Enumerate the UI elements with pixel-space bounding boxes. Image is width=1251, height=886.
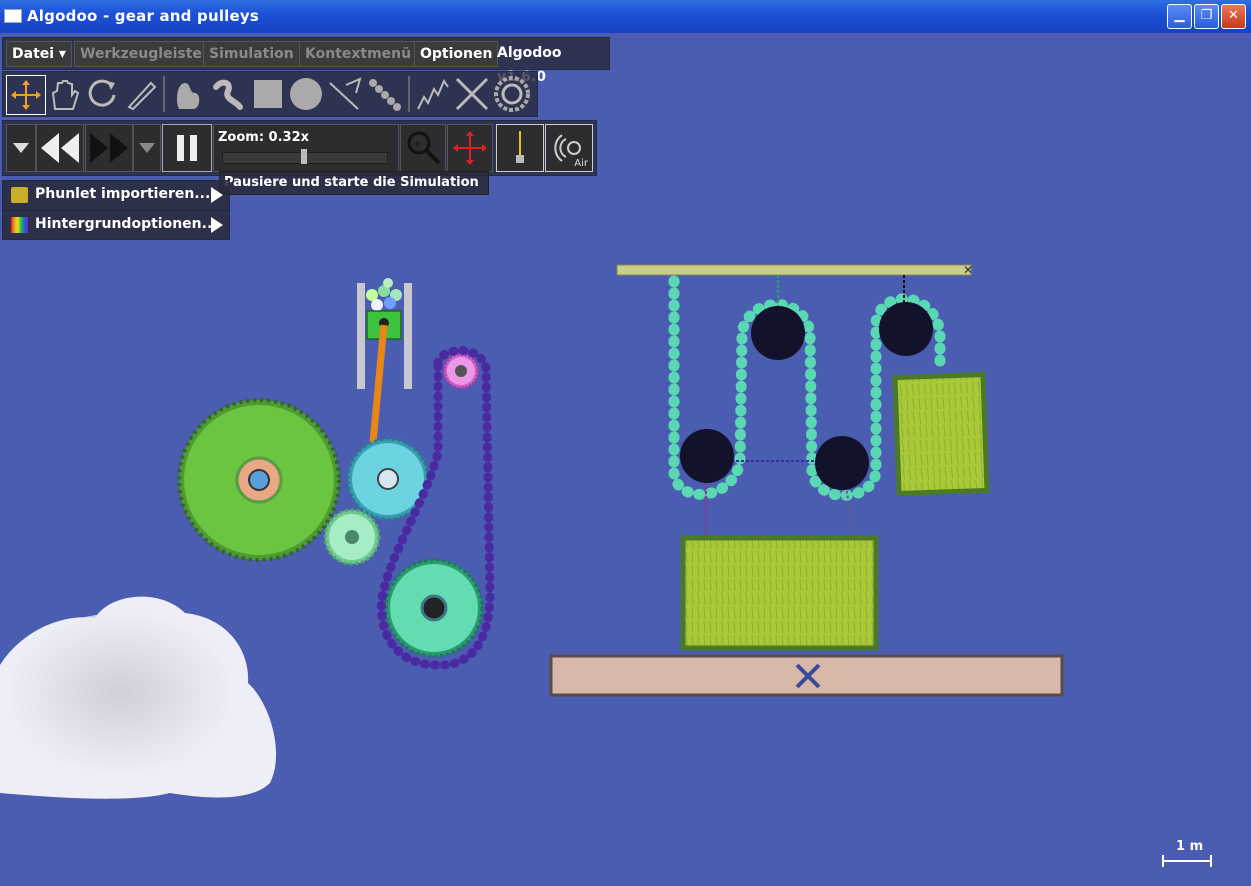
phunlet-import-button[interactable]: Phunlet importieren... [2, 180, 230, 210]
small-weight-box[interactable] [892, 371, 990, 497]
brush-stroke-icon[interactable] [208, 75, 246, 113]
rotate-icon[interactable] [83, 75, 121, 113]
zoom-magnifier-icon[interactable]: + [400, 124, 446, 172]
sim-dropdown-button[interactable] [6, 124, 36, 172]
orange-rod[interactable] [368, 324, 388, 454]
svg-text:✕: ✕ [963, 263, 973, 277]
cloud-shape[interactable] [0, 596, 277, 799]
werkzeugleiste-menu[interactable]: Werkzeugleiste [74, 41, 208, 67]
zoom-slider-thumb[interactable] [301, 149, 307, 164]
rewind-button[interactable] [36, 124, 84, 172]
pulley-top-left[interactable] [751, 306, 805, 360]
simulation-bar: Zoom: 0.32x + Air [2, 120, 597, 176]
scale-ruler-icon [1162, 855, 1212, 867]
spring-icon[interactable] [414, 75, 452, 113]
center-view-icon[interactable] [447, 124, 493, 172]
teal-gear[interactable] [384, 558, 484, 658]
zoom-control[interactable]: Zoom: 0.32x [213, 124, 399, 172]
background-label: Hintergrundoptionen... [35, 216, 218, 232]
maximize-button[interactable]: ❐ [1194, 4, 1219, 29]
pause-tooltip: Pausiere und starte die Simulation [219, 171, 489, 195]
top-rail[interactable] [616, 264, 972, 276]
simulation-menu[interactable]: Simulation [203, 41, 300, 67]
arrow-right-icon [211, 217, 223, 233]
speed-dropdown-button[interactable] [133, 124, 161, 172]
gravity-toggle-icon[interactable] [496, 124, 544, 172]
ground-plank[interactable] [549, 654, 1064, 697]
air-label: Air [574, 158, 588, 169]
large-gear[interactable] [177, 398, 341, 562]
simulation-canvas[interactable]: ✕ Datei ▾ Werkzeugleiste Simulation Kont… [0, 33, 1251, 886]
chain-icon[interactable] [364, 75, 402, 113]
optionen-menu[interactable]: Optionen [414, 41, 499, 67]
window-title: Algodoo - gear and pulleys [27, 7, 260, 25]
minimize-button[interactable]: ▁ [1167, 4, 1192, 29]
svg-text:+: + [413, 139, 421, 150]
phunlet-label: Phunlet importieren... [35, 186, 211, 202]
version-label: Algodoo v1.6.0 [497, 45, 562, 85]
window-titlebar: Algodoo - gear and pulleys ▁ ❐ ✕ [0, 0, 1251, 33]
arrow-right-icon [211, 187, 223, 203]
scale-indicator: 1 m [1160, 837, 1216, 873]
sketch-pencil-icon[interactable] [121, 75, 159, 113]
cut-blob-icon[interactable] [169, 75, 207, 113]
background-options-button[interactable]: Hintergrundoptionen... [2, 210, 230, 240]
pink-sprocket[interactable] [442, 352, 480, 390]
pause-button[interactable] [162, 124, 212, 172]
tool-bar [2, 71, 538, 117]
kontextmenu-menu[interactable]: Kontextmenü [299, 41, 418, 67]
close-button[interactable]: ✕ [1221, 4, 1246, 29]
plane-icon[interactable] [326, 75, 364, 113]
large-weight-box[interactable] [680, 535, 879, 651]
folder-icon [11, 187, 28, 203]
drag-hand-icon[interactable] [45, 75, 83, 113]
pulley-top-right[interactable] [879, 302, 933, 356]
zoom-label: Zoom: 0.32x [218, 130, 310, 145]
datei-menu[interactable]: Datei ▾ [6, 41, 72, 67]
box-icon[interactable] [249, 75, 287, 113]
datei-label: Datei [12, 46, 55, 62]
circle-icon[interactable] [287, 75, 325, 113]
fixate-cross-icon[interactable] [453, 75, 491, 113]
fast-forward-button[interactable] [85, 124, 133, 172]
menu-bar: Datei ▾ Werkzeugleiste Simulation Kontex… [2, 37, 610, 85]
pulley-bottom-left[interactable] [680, 429, 734, 483]
air-toggle-icon[interactable]: Air [545, 124, 593, 172]
pulley-bottom-right[interactable] [815, 436, 869, 490]
rainbow-icon [11, 217, 28, 233]
app-icon [4, 9, 22, 23]
move-tool-icon[interactable] [6, 75, 46, 115]
small-gear[interactable] [323, 508, 381, 566]
gear-tool-icon[interactable] [493, 75, 531, 113]
